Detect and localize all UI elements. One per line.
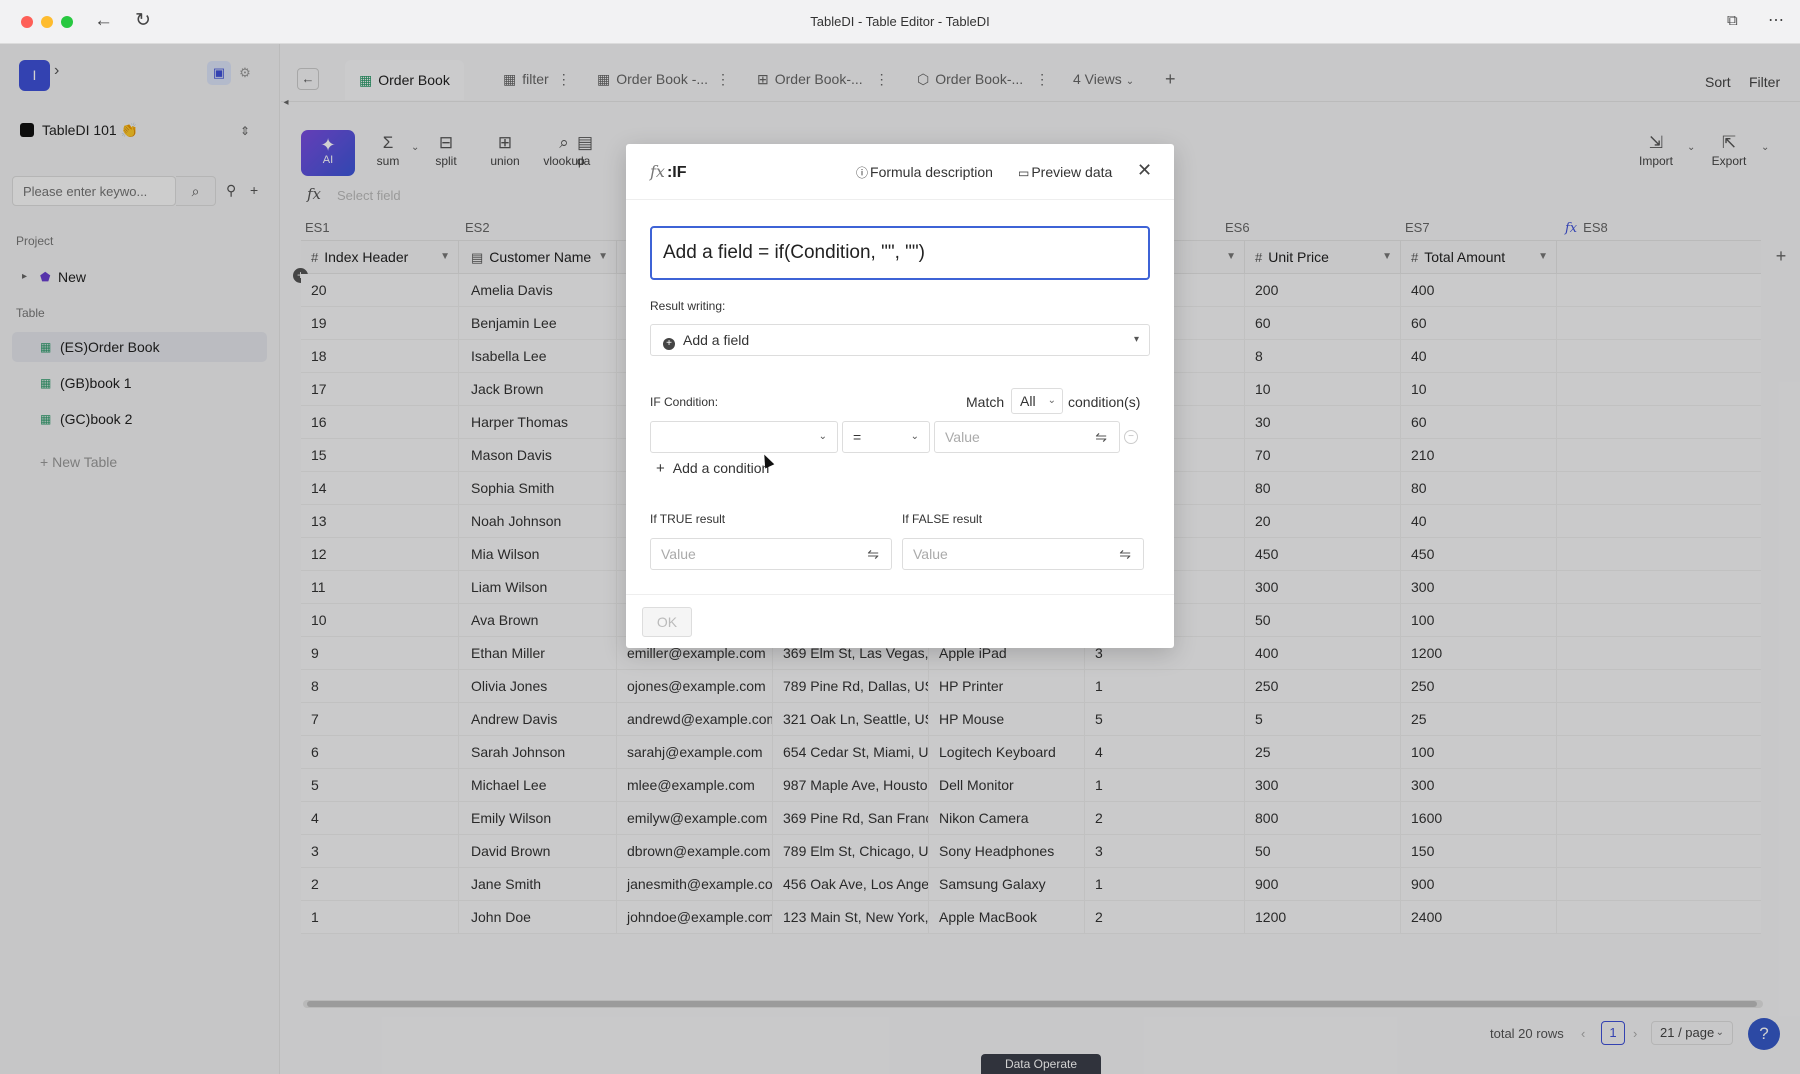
value-placeholder: Value [661,546,696,562]
add-field-label: Add a field [683,332,750,348]
preview-data-link[interactable]: ▭ Preview data [1018,164,1112,180]
condition-field-select[interactable]: ⌄ [650,421,838,453]
true-result-label: If TRUE result [650,512,726,526]
more-options-icon[interactable]: ⋯ [1768,11,1784,31]
dialog-title: fx:IF [650,162,687,182]
true-result-input[interactable]: Value ⇋ [650,538,892,570]
result-field-select[interactable]: + Add a field ▾ [650,324,1150,356]
caret-down-icon: ▾ [1133,334,1139,345]
add-condition-label: Add a condition [672,460,770,476]
dialog-footer: OK [626,594,1174,648]
title-bar: ← ↻ TableDI - Table Editor - TableDI ⧉ ⋯ [0,0,1800,44]
false-result-input[interactable]: Value ⇋ [902,538,1144,570]
swap-icon[interactable]: ⇋ [867,539,879,569]
value-placeholder: Value [913,546,948,562]
operator-value: = [853,429,862,445]
dialog-header: fx:IF ⓘ Formula description ▭ Preview data… [626,144,1174,200]
match-mode-value: All [1020,393,1036,409]
add-circle-icon: + [663,338,675,350]
window-title: TableDI - Table Editor - TableDI [810,14,990,29]
formula-display[interactable]: Add a field = if(Condition, "", "") [650,226,1150,280]
value-placeholder: Value [945,429,980,445]
add-condition-button[interactable]: + Add a condition [656,460,769,477]
chevron-down-icon: ⌄ [910,431,919,442]
result-writing-label: Result writing: [650,299,726,313]
remove-condition-icon[interactable]: − [1124,430,1138,444]
if-condition-label: IF Condition: [650,395,719,409]
condition-value-input[interactable]: Value ⇋ [934,421,1120,453]
preview-icon: ▭ [1018,166,1030,180]
swap-icon[interactable]: ⇋ [1095,422,1107,452]
question-icon: ⓘ [856,166,869,180]
ok-button[interactable]: OK [642,607,692,637]
if-formula-dialog: fx:IF ⓘ Formula description ▭ Preview data… [626,144,1174,648]
chevron-down-icon: ⌄ [1047,395,1056,406]
close-icon[interactable]: ✕ [1137,160,1152,181]
plus-icon: + [656,460,665,477]
match-label: Match [966,394,1005,410]
formula-description-link[interactable]: ⓘ Formula description [856,164,993,181]
condition-operator-select[interactable]: = ⌄ [842,421,930,453]
chevron-down-icon: ⌄ [818,431,827,442]
formula-description-label: Formula description [870,164,993,180]
conditions-suffix: condition(s) [1068,394,1141,410]
false-result-label: If FALSE result [902,512,983,526]
preview-data-label: Preview data [1031,164,1113,180]
app-window: ← ↻ TableDI - Table Editor - TableDI ⧉ ⋯… [0,0,1800,1074]
screen-mirror-icon[interactable]: ⧉ [1727,11,1738,31]
dialog-title-text: :IF [666,164,687,181]
fx-icon: fx [650,162,665,181]
match-mode-select[interactable]: All ⌄ [1011,388,1063,414]
swap-icon[interactable]: ⇋ [1119,539,1131,569]
